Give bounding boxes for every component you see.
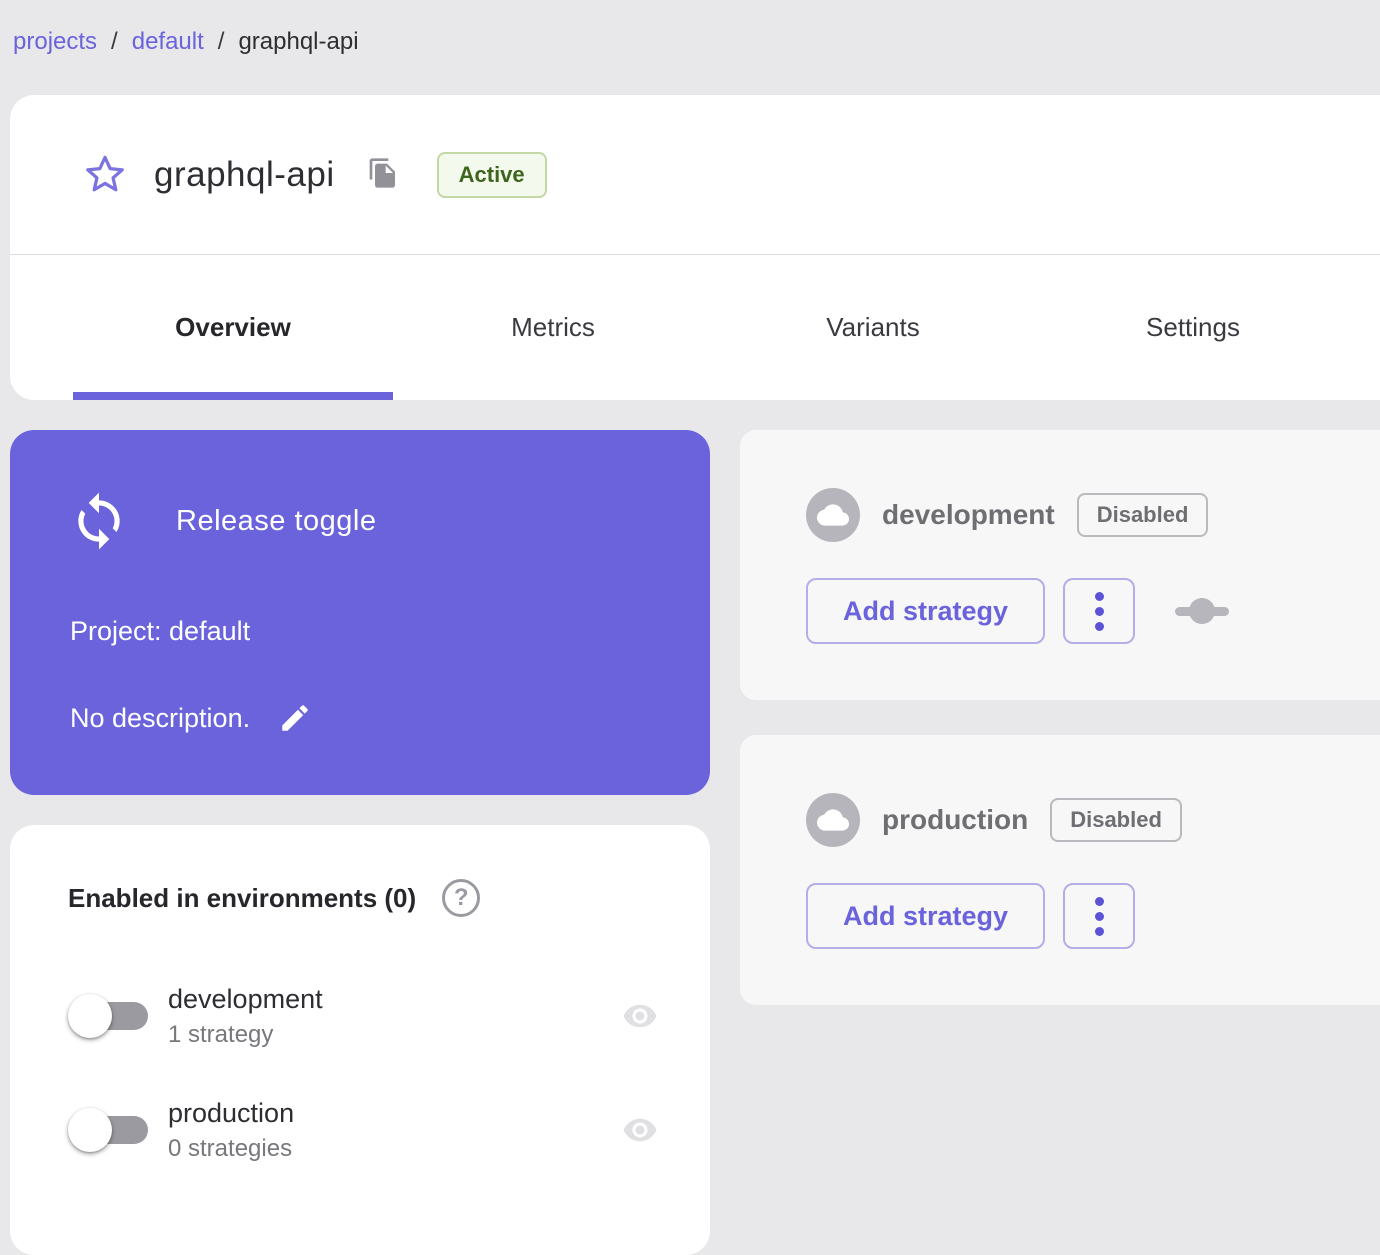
production-toggle[interactable]	[68, 1108, 148, 1152]
tab-variants[interactable]: Variants	[713, 255, 1033, 400]
tab-settings-label: Settings	[1146, 312, 1240, 342]
breadcrumb-separator: /	[111, 28, 118, 55]
breadcrumb: projects / default / graphql-api	[13, 28, 359, 56]
visibility-eye-icon[interactable]	[616, 1112, 664, 1148]
favorite-star-icon[interactable]	[82, 152, 128, 198]
environment-more-menu-button[interactable]	[1063, 883, 1136, 949]
tab-metrics[interactable]: Metrics	[393, 255, 713, 400]
toggle-type-row: Release toggle	[68, 488, 660, 554]
enabled-environments-card: Enabled in environments (0) ? developmen…	[10, 825, 710, 1255]
release-toggle-icon	[68, 488, 130, 554]
status-badge: Active	[436, 151, 547, 198]
panel-environment-name: development	[882, 499, 1055, 530]
title-row: graphql-api Active	[10, 95, 1380, 254]
project-label: Project: default	[70, 616, 251, 646]
environment-status-badge: Disabled	[1076, 493, 1209, 537]
breadcrumb-default-link[interactable]: default	[132, 28, 204, 56]
kebab-dot	[1094, 621, 1104, 631]
production-environment-panel: production Disabled Add strategy	[740, 735, 1380, 1005]
environment-row-development: development 1 strategy	[68, 983, 664, 1048]
tab-metrics-label: Metrics	[511, 312, 595, 342]
environment-cloud-icon	[806, 793, 860, 847]
visibility-eye-icon[interactable]	[616, 998, 664, 1034]
kebab-dot	[1094, 926, 1104, 936]
kebab-dot	[1094, 896, 1104, 906]
breadcrumb-projects-link[interactable]: projects	[13, 28, 97, 56]
toggle-overview-card: Release toggle Project: default No descr…	[10, 430, 710, 795]
environment-name: development	[168, 983, 323, 1014]
copy-name-icon[interactable]	[367, 157, 399, 193]
environment-strategy-count: 1 strategy	[168, 1020, 274, 1048]
environment-row-production: production 0 strategies	[68, 1097, 664, 1162]
development-environment-panel: development Disabled Add strategy	[740, 430, 1380, 700]
add-strategy-button[interactable]: Add strategy	[806, 883, 1046, 949]
page-title: graphql-api	[154, 154, 335, 194]
kebab-dot	[1094, 606, 1104, 616]
edit-description-icon[interactable]	[278, 701, 312, 735]
add-strategy-button[interactable]: Add strategy	[806, 578, 1046, 644]
breadcrumb-separator: /	[217, 28, 225, 55]
help-icon[interactable]: ?	[442, 879, 481, 917]
enabled-environments-heading: Enabled in environments (0)	[68, 882, 417, 913]
breadcrumb-current: graphql-api	[238, 28, 359, 55]
kebab-dot	[1094, 591, 1104, 601]
toggle-knob	[68, 1108, 112, 1152]
feature-header-card: graphql-api Active Overview Metrics Vari…	[10, 95, 1380, 400]
active-tab-indicator	[73, 392, 393, 400]
environment-status-badge: Disabled	[1050, 798, 1182, 842]
tab-variants-label: Variants	[826, 312, 920, 342]
tab-overview-label: Overview	[175, 312, 291, 342]
environment-strategy-count: 0 strategies	[168, 1134, 293, 1162]
description-text: No description.	[70, 702, 251, 733]
tab-settings[interactable]: Settings	[1033, 255, 1353, 400]
strategy-slider-icon	[1175, 598, 1230, 624]
kebab-dot	[1094, 911, 1104, 921]
environment-more-menu-button[interactable]	[1063, 578, 1136, 644]
tab-overview[interactable]: Overview	[73, 255, 393, 400]
panel-environment-name: production	[882, 804, 1029, 835]
development-toggle[interactable]	[68, 994, 148, 1038]
tabs: Overview Metrics Variants Settings	[73, 255, 1380, 400]
environment-cloud-icon	[806, 488, 860, 542]
toggle-type-label: Release toggle	[176, 504, 377, 537]
environment-name: production	[168, 1097, 295, 1128]
toggle-knob	[68, 994, 112, 1038]
